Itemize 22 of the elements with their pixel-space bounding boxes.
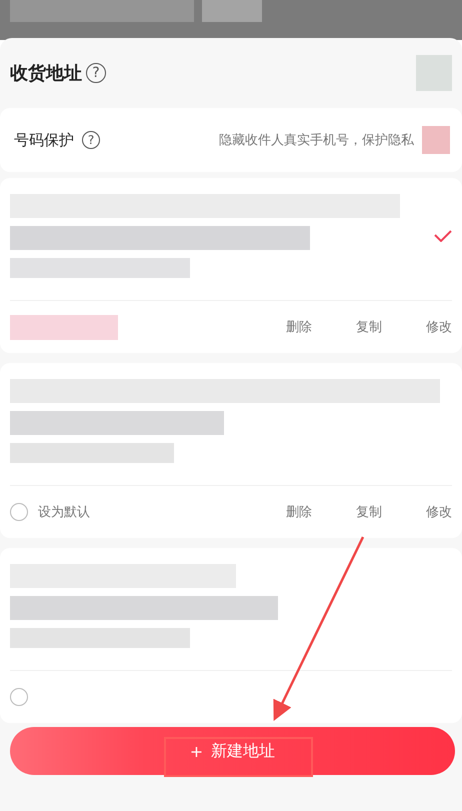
sheet-title: 收货地址 xyxy=(10,62,82,85)
action-link[interactable]: 修改 xyxy=(426,318,452,336)
address-card[interactable] xyxy=(0,548,462,723)
radio-icon xyxy=(10,503,28,521)
help-icon[interactable]: ? xyxy=(86,63,106,83)
add-address-button[interactable]: + 新建地址 xyxy=(10,727,455,775)
address-card[interactable]: 删除 复制 修改 xyxy=(0,178,462,353)
redacted-block xyxy=(416,55,452,91)
radio-icon xyxy=(10,688,28,706)
help-icon[interactable]: ? xyxy=(82,131,100,149)
privacy-description: 隐藏收件人真实手机号，保护隐私 xyxy=(219,132,414,149)
address-card[interactable]: 设为默认 删除 复制 修改 xyxy=(0,363,462,538)
action-link[interactable]: 修改 xyxy=(426,503,452,521)
privacy-toggle[interactable] xyxy=(422,126,450,154)
set-default-option[interactable] xyxy=(10,688,28,706)
set-default-option[interactable]: 设为默认 xyxy=(10,503,90,521)
action-link[interactable]: 删除 xyxy=(286,503,312,521)
redacted-block xyxy=(202,0,262,22)
action-link[interactable]: 删除 xyxy=(286,318,312,336)
action-link[interactable]: 复制 xyxy=(356,503,382,521)
action-link[interactable]: 复制 xyxy=(356,318,382,336)
privacy-label: 号码保护 xyxy=(14,130,74,150)
